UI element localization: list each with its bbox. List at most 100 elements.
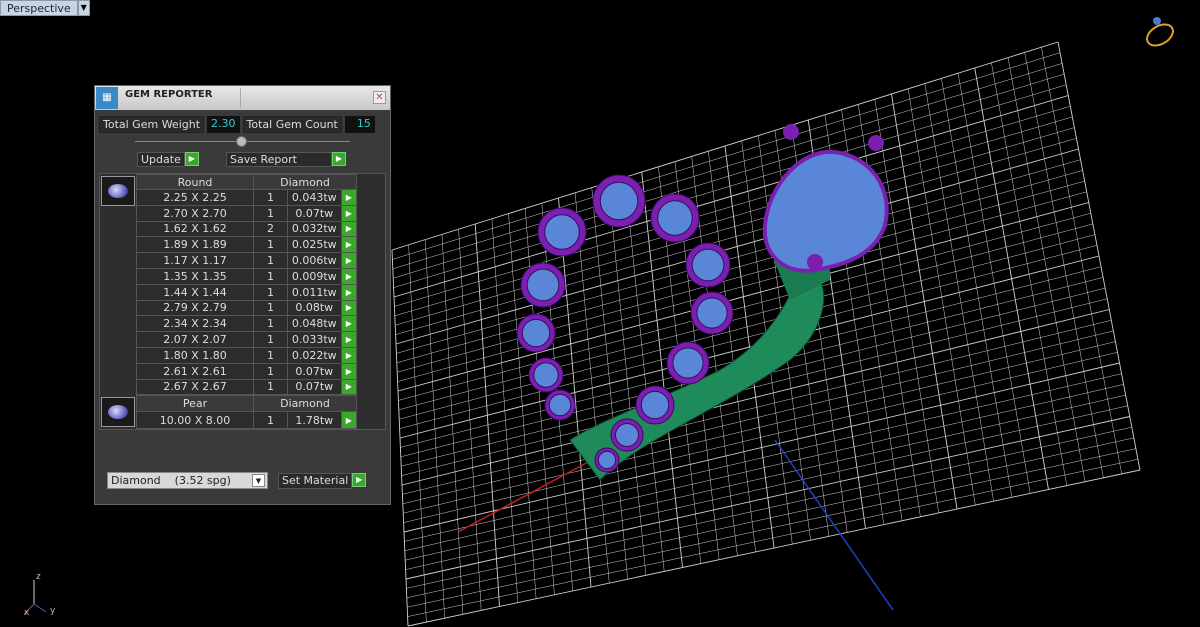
select-gem-button[interactable]: ▶: [340, 346, 358, 364]
viewport-label[interactable]: Perspective: [0, 0, 78, 16]
x-label: x: [24, 608, 30, 618]
table-row[interactable]: 2.34 X 2.34 1 0.048tw ▶: [136, 315, 358, 333]
select-gem-button[interactable]: ▶: [340, 362, 358, 380]
gem-size: 10.00 X 8.00: [136, 411, 254, 430]
gem-size: 2.34 X 2.34: [136, 315, 254, 333]
bezel-gem: [614, 422, 640, 448]
gem-qty: 1: [253, 315, 288, 333]
set-material-label: Set Material: [278, 473, 353, 489]
table-row[interactable]: 1.80 X 1.80 1 0.022tw ▶: [136, 346, 358, 364]
collapse-handle[interactable]: [236, 136, 247, 147]
gem-qty: 1: [253, 299, 288, 317]
table-row[interactable]: 1.17 X 1.17 1 0.006tw ▶: [136, 252, 358, 269]
table-row[interactable]: 1.89 X 1.89 1 0.025tw ▶: [136, 236, 358, 254]
gem-table: Round Diamond 2.25 X 2.25 1 0.043tw ▶ 2.70 X …: [99, 173, 386, 431]
gem-size: 2.25 X 2.25: [136, 189, 254, 206]
gem-qty: 1: [253, 252, 288, 269]
select-gem-button[interactable]: ▶: [340, 299, 358, 317]
gem-weight: 0.011tw: [286, 283, 342, 301]
close-icon[interactable]: ✕: [373, 91, 386, 104]
gem-weight: 0.08tw: [286, 299, 342, 317]
gem-qty: 1: [253, 346, 288, 364]
gem-qty: 1: [253, 331, 288, 348]
gem-weight: 0.006tw: [286, 252, 342, 269]
table-row[interactable]: 2.07 X 2.07 1 0.033tw ▶: [136, 331, 358, 348]
gem-size: 1.44 X 1.44: [136, 283, 254, 301]
grid-line: [1024, 52, 1104, 478]
update-label: Update: [137, 152, 185, 167]
gem-weight: 0.009tw: [286, 267, 342, 285]
select-gem-button[interactable]: ▶: [340, 315, 358, 333]
shape-header: Pear: [136, 395, 254, 413]
gem-size: 2.61 X 2.61: [136, 362, 254, 380]
gem-weight: 0.07tw: [286, 378, 342, 396]
grid-line: [407, 448, 1136, 608]
bezel-gem: [548, 393, 572, 417]
grid-line: [974, 67, 1049, 490]
gem-size: 2.07 X 2.07: [136, 331, 254, 348]
table-row[interactable]: 2.79 X 2.79 1 0.08tw ▶: [136, 299, 358, 317]
gem-size: 1.17 X 1.17: [136, 252, 254, 269]
view-cube-ring-icon[interactable]: [1143, 17, 1176, 50]
table-row[interactable]: 1.35 X 1.35 1 0.009tw ▶: [136, 267, 358, 285]
gem-weight: 0.032tw: [286, 220, 342, 238]
select-gem-button[interactable]: ▶: [340, 283, 358, 301]
play-icon[interactable]: ▶: [332, 152, 346, 166]
save-report-label: Save Report: [226, 152, 332, 167]
gem-size: 1.35 X 1.35: [136, 267, 254, 285]
ring-model[interactable]: [516, 124, 889, 481]
shape-header: Round: [136, 174, 254, 190]
chevron-down-icon[interactable]: ▼: [252, 474, 265, 487]
update-button[interactable]: Update ▶: [137, 152, 199, 167]
select-gem-button[interactable]: ▶: [340, 267, 358, 285]
play-icon[interactable]: ▶: [352, 473, 367, 487]
save-report-button[interactable]: Save Report ▶: [226, 152, 346, 167]
total-weight-label: Total Gem Weight: [99, 116, 205, 133]
bezel-gem: [521, 318, 551, 348]
select-gem-button[interactable]: ▶: [340, 252, 358, 269]
select-gem-button[interactable]: ▶: [340, 411, 358, 430]
gem-size: 1.89 X 1.89: [136, 236, 254, 254]
round-gem-icon[interactable]: [101, 176, 135, 206]
panel-titlebar[interactable]: ▦ GEM REPORTER ✕: [95, 86, 390, 110]
bezel-gem: [691, 248, 725, 282]
select-gem-button[interactable]: ▶: [340, 204, 358, 222]
select-gem-button[interactable]: ▶: [340, 189, 358, 206]
set-material-button[interactable]: Set Material ▶: [278, 473, 367, 489]
gem-reporter-icon: ▦: [96, 87, 118, 109]
bezel-gem: [533, 362, 559, 388]
gem-qty: 2: [253, 220, 288, 238]
table-row[interactable]: 10.00 X 8.00 1 1.78tw ▶: [136, 411, 358, 430]
gem-qty: 1: [253, 283, 288, 301]
bezel-gem: [657, 200, 693, 236]
select-gem-button[interactable]: ▶: [340, 378, 358, 396]
table-row[interactable]: 2.70 X 2.70 1 0.07tw ▶: [136, 204, 358, 222]
grid-line: [1057, 41, 1141, 471]
select-gem-button[interactable]: ▶: [340, 236, 358, 254]
select-gem-button[interactable]: ▶: [340, 220, 358, 238]
select-gem-button[interactable]: ▶: [340, 331, 358, 348]
gem-size: 2.79 X 2.79: [136, 299, 254, 317]
viewport-menu[interactable]: Perspective ▼: [0, 0, 90, 16]
table-row[interactable]: 1.62 X 1.62 2 0.032tw ▶: [136, 220, 358, 238]
table-row[interactable]: 2.61 X 2.61 1 0.07tw ▶: [136, 362, 358, 380]
table-row[interactable]: 2.67 X 2.67 1 0.07tw ▶: [136, 378, 358, 396]
gem-size: 2.67 X 2.67: [136, 378, 254, 396]
gem-size: 1.62 X 1.62: [136, 220, 254, 238]
gem-weight: 0.07tw: [286, 362, 342, 380]
table-row[interactable]: 2.25 X 2.25 1 0.043tw ▶: [136, 189, 358, 206]
pear-gem-icon[interactable]: [101, 397, 135, 428]
material-select[interactable]: Diamond (3.52 spg) ▼: [107, 472, 268, 489]
gem-weight: 0.025tw: [286, 236, 342, 254]
gem-qty: 1: [253, 411, 288, 430]
bezel-gem: [696, 297, 728, 329]
play-icon[interactable]: ▶: [184, 152, 199, 166]
grid-line: [406, 426, 1132, 589]
panel-title: GEM REPORTER: [125, 88, 213, 100]
table-row[interactable]: 1.44 X 1.44 1 0.011tw ▶: [136, 283, 358, 301]
chevron-down-icon[interactable]: ▼: [77, 0, 90, 16]
gem-weight: 0.033tw: [286, 331, 342, 348]
bezel-gem: [526, 268, 560, 302]
gem-qty: 1: [253, 189, 288, 206]
x-axis-line: [457, 459, 593, 533]
